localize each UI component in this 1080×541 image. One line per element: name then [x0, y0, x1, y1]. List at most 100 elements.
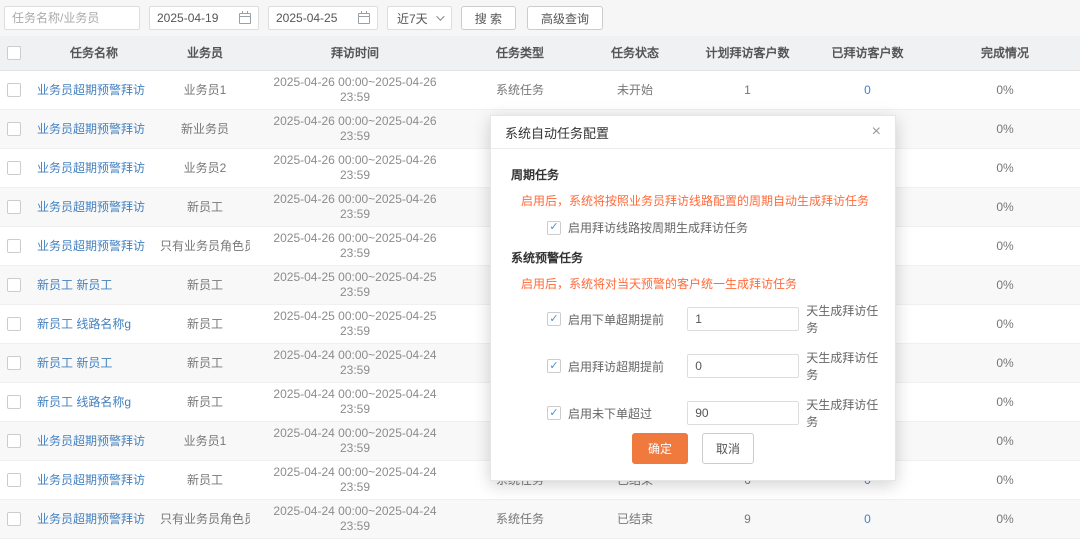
visit-time-start: 2025-04-26 00:00~2025-04-26: [273, 152, 437, 167]
task-name-link[interactable]: 业务员超期预警拜访: [37, 161, 145, 175]
visit-time-start: 2025-04-26 00:00~2025-04-26: [273, 191, 437, 206]
row-checkbox[interactable]: [7, 199, 21, 214]
warning-task-tip: 启用后，系统将对当天预警的客户统一生成拜访任务: [521, 277, 798, 291]
row-checkbox[interactable]: [7, 121, 21, 136]
calendar-icon[interactable]: [239, 10, 251, 24]
row-checkbox[interactable]: [7, 433, 21, 448]
column-planned-count: 计划拜访客户数: [690, 36, 805, 71]
task-name-link[interactable]: 业务员超期预警拜访: [37, 512, 145, 526]
check-icon: ✓: [549, 312, 559, 325]
row-checkbox[interactable]: [7, 472, 21, 487]
task-name-link[interactable]: 新员工 新员工: [37, 278, 112, 292]
date-to-input[interactable]: [276, 11, 352, 25]
warning-rule-row: ✓ 启用下单超期提前 天生成拜访任务: [547, 302, 881, 336]
row-checkbox[interactable]: [7, 82, 21, 97]
completion-cell: 0%: [930, 460, 1080, 500]
column-task-name: 任务名称: [28, 36, 160, 71]
row-checkbox[interactable]: [7, 355, 21, 370]
row-checkbox[interactable]: [7, 394, 21, 409]
date-range-select[interactable]: 近7天: [387, 6, 452, 30]
date-from-field[interactable]: [149, 6, 259, 30]
chevron-down-icon: [435, 12, 445, 21]
visit-time-start: 2025-04-26 00:00~2025-04-26: [273, 113, 437, 128]
visit-time-start: 2025-04-26 00:00~2025-04-26: [273, 74, 437, 89]
task-name-link[interactable]: 新员工 新员工: [37, 356, 112, 370]
visit-time-start: 2025-04-24 00:00~2025-04-24: [273, 347, 437, 362]
row-checkbox[interactable]: [7, 238, 21, 253]
visit-time-cell: 2025-04-24 00:00~2025-04-24 23:59: [250, 499, 460, 539]
task-name-link[interactable]: 业务员超期预警拜访: [37, 83, 145, 97]
completion-cell: 0%: [930, 265, 1080, 305]
task-type-cell: 系统任务: [460, 499, 580, 539]
date-from-input[interactable]: [157, 11, 233, 25]
search-button[interactable]: 搜 索: [460, 6, 517, 30]
search-input[interactable]: [4, 6, 140, 30]
task-name-link[interactable]: 业务员超期预警拜访: [37, 434, 145, 448]
warning-rule-row: ✓ 启用未下单超过 天生成拜访任务: [547, 396, 881, 430]
warning-rule-checkbox[interactable]: ✓: [547, 359, 561, 373]
warning-rule-label: 启用未下单超过: [568, 406, 653, 421]
planned-count-cell: 1: [690, 70, 805, 110]
completion-cell: 0%: [930, 70, 1080, 110]
salesman-cell: 新员工: [160, 460, 250, 500]
column-task-status: 任务状态: [580, 36, 690, 71]
periodic-task-heading: 周期任务: [511, 168, 560, 182]
visit-time-end: 23:59: [339, 362, 371, 377]
filter-toolbar: 近7天 搜 索 高级查询: [0, 0, 1080, 36]
visit-time-end: 23:59: [339, 128, 371, 143]
salesman-cell: 新业务员: [160, 109, 250, 149]
auto-task-config-dialog: 系统自动任务配置 × 周期任务 启用后，系统将按照业务员拜访线路配置的周期自动生…: [490, 115, 896, 481]
dialog-header: 系统自动任务配置 ×: [491, 116, 895, 149]
row-checkbox[interactable]: [7, 277, 21, 292]
salesman-cell: 业务员1: [160, 70, 250, 110]
warning-rule-label: 启用拜访超期提前: [568, 359, 665, 374]
warning-rule-days-input[interactable]: [687, 401, 800, 425]
date-to-field[interactable]: [268, 6, 378, 30]
visit-time-cell: 2025-04-24 00:00~2025-04-24 23:59: [250, 421, 460, 461]
task-name-link[interactable]: 业务员超期预警拜访: [37, 122, 145, 136]
column-task-type: 任务类型: [460, 36, 580, 71]
task-name-link[interactable]: 新员工 线路名称g: [37, 317, 131, 331]
task-name-link[interactable]: 新员工 线路名称g: [37, 395, 131, 409]
visit-time-cell: 2025-04-24 00:00~2025-04-24 23:59: [250, 343, 460, 383]
visit-time-cell: 2025-04-26 00:00~2025-04-26 23:59: [250, 187, 460, 227]
cancel-button[interactable]: 取消: [702, 433, 755, 464]
column-completion: 完成情况: [930, 36, 1080, 71]
warning-rule-checkbox[interactable]: ✓: [547, 406, 561, 420]
visited-count-link[interactable]: 0: [864, 512, 871, 526]
warning-rule-checkbox[interactable]: ✓: [547, 312, 561, 326]
table-header-row: 任务名称 业务员 拜访时间 任务类型 任务状态 计划拜访客户数 已拜访客户数 完…: [0, 36, 1080, 71]
dialog-footer: 确定 取消: [491, 433, 895, 464]
visit-time-cell: 2025-04-25 00:00~2025-04-25 23:59: [250, 304, 460, 344]
periodic-task-checkbox[interactable]: ✓: [547, 220, 561, 235]
completion-cell: 0%: [930, 343, 1080, 383]
visit-time-start: 2025-04-26 00:00~2025-04-26: [273, 230, 437, 245]
row-checkbox[interactable]: [7, 316, 21, 331]
warning-rule-days-input[interactable]: [687, 307, 800, 331]
row-checkbox[interactable]: [7, 160, 21, 175]
visited-count-link[interactable]: 0: [864, 83, 871, 97]
select-all-checkbox[interactable]: [7, 46, 21, 61]
task-name-link[interactable]: 业务员超期预警拜访: [37, 473, 145, 487]
task-name-link[interactable]: 业务员超期预警拜访: [37, 200, 145, 214]
completion-cell: 0%: [930, 382, 1080, 422]
visit-time-end: 23:59: [339, 440, 371, 455]
visit-time-end: 23:59: [339, 323, 371, 338]
visit-time-cell: 2025-04-26 00:00~2025-04-26 23:59: [250, 70, 460, 110]
warning-rule-days-input[interactable]: [687, 354, 800, 378]
warning-rule-row: ✓ 启用拜访超期提前 天生成拜访任务: [547, 349, 881, 383]
task-name-link[interactable]: 业务员超期预警拜访: [37, 239, 145, 253]
periodic-task-option: ✓ 启用拜访线路按周期生成拜访任务: [547, 219, 881, 236]
row-checkbox[interactable]: [7, 511, 21, 526]
visit-time-cell: 2025-04-24 00:00~2025-04-24 23:59: [250, 382, 460, 422]
completion-cell: 0%: [930, 499, 1080, 539]
periodic-task-tip: 启用后，系统将按照业务员拜访线路配置的周期自动生成拜访任务: [521, 194, 870, 208]
advanced-query-button[interactable]: 高级查询: [527, 6, 604, 30]
calendar-icon[interactable]: [358, 10, 370, 24]
salesman-cell: 新员工: [160, 304, 250, 344]
close-icon[interactable]: ×: [872, 124, 881, 140]
confirm-button[interactable]: 确定: [631, 433, 688, 464]
salesman-cell: 只有业务员角色员工: [160, 499, 250, 539]
visit-time-cell: 2025-04-26 00:00~2025-04-26 23:59: [250, 109, 460, 149]
visit-time-end: 23:59: [339, 206, 371, 221]
